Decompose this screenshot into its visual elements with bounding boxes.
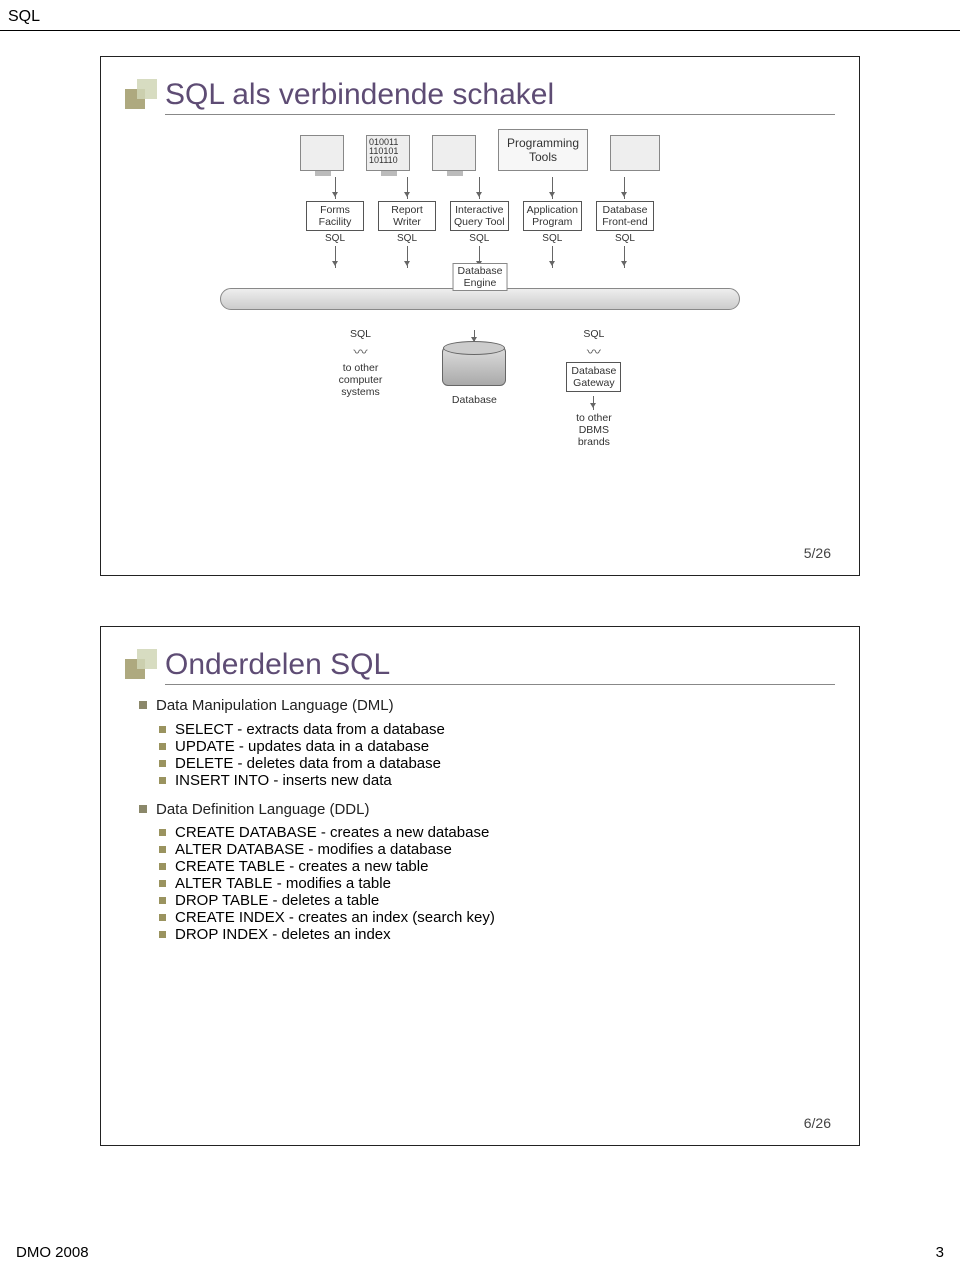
list-item: SELECT - extracts data from a database — [159, 721, 835, 738]
list-item: CREATE INDEX - creates an index (search … — [159, 909, 835, 926]
slide-title: SQL als verbindende schakel — [165, 78, 835, 116]
squiggle-connector-icon: 〰 — [354, 342, 368, 362]
title-decoration-icon — [125, 75, 159, 115]
slide-1: SQL als verbindende schakel 010011 11010… — [100, 56, 860, 576]
database-cylinder-icon — [442, 346, 506, 386]
forms-facility-box: Forms Facility — [306, 201, 364, 231]
slide-2: Onderdelen SQL Data Manipulation Languag… — [100, 626, 860, 1146]
list-item: UPDATE - updates data in a database — [159, 738, 835, 755]
database-gateway-box: Database Gateway — [566, 362, 621, 392]
to-other-dbms-label: to other DBMS brands — [576, 412, 612, 448]
database-engine-label: Database Engine — [453, 263, 508, 291]
sql-label: SQL — [542, 233, 562, 244]
list-item: ALTER TABLE - modifies a table — [159, 875, 835, 892]
monitor-icon — [300, 135, 344, 171]
footer-left: DMO 2008 — [16, 1244, 89, 1261]
sql-label: SQL — [397, 233, 417, 244]
list-item: CREATE DATABASE - creates a new database — [159, 824, 835, 841]
programming-tools-box: Programming Tools — [498, 129, 588, 171]
binary-monitor-icon: 010011 110101 101110 — [366, 135, 410, 171]
slide-page-number: 6/26 — [804, 1115, 831, 1131]
list-item: DELETE - deletes data from a database — [159, 755, 835, 772]
report-writer-box: Report Writer — [378, 201, 436, 231]
database-frontend-box: Database Front-end — [596, 201, 654, 231]
sql-label: SQL — [615, 233, 635, 244]
interactive-query-box: Interactive Query Tool — [450, 201, 509, 231]
list-item: DROP TABLE - deletes a table — [159, 892, 835, 909]
database-engine-cylinder: Database Engine — [220, 288, 740, 310]
title-decoration-icon — [125, 645, 159, 685]
squiggle-connector-icon: 〰 — [587, 342, 601, 362]
doc-header: SQL — [0, 0, 960, 26]
monitor-icon — [432, 135, 476, 171]
list-item: CREATE TABLE - creates a new table — [159, 858, 835, 875]
slide-page-number: 5/26 — [804, 545, 831, 561]
sql-architecture-diagram: 010011 110101 101110 Programming Tools F… — [170, 129, 790, 448]
list-item: ALTER DATABASE - modifies a database — [159, 841, 835, 858]
dml-list: SELECT - extracts data from a database U… — [159, 721, 835, 789]
ddl-list: CREATE DATABASE - creates a new database… — [159, 824, 835, 943]
list-item: INSERT INTO - inserts new data — [159, 772, 835, 789]
application-program-box: Application Program — [523, 201, 582, 231]
to-other-systems-label: to other computer systems — [339, 362, 383, 398]
database-label: Database — [452, 394, 497, 406]
page-footer: DMO 2008 3 — [0, 1244, 960, 1261]
sql-label: SQL — [325, 233, 345, 244]
computer-icon — [610, 135, 660, 171]
top-rule — [0, 30, 960, 31]
footer-right: 3 — [936, 1244, 944, 1261]
sql-label: SQL — [469, 233, 489, 244]
sql-label: SQL — [583, 328, 604, 340]
sql-label: SQL — [350, 328, 371, 340]
binary-text: 010011 110101 101110 — [367, 136, 409, 167]
slide-title: Onderdelen SQL — [165, 648, 835, 686]
dml-heading: Data Manipulation Language (DML) — [139, 693, 835, 719]
ddl-heading: Data Definition Language (DDL) — [139, 797, 835, 823]
list-item: DROP INDEX - deletes an index — [159, 926, 835, 943]
